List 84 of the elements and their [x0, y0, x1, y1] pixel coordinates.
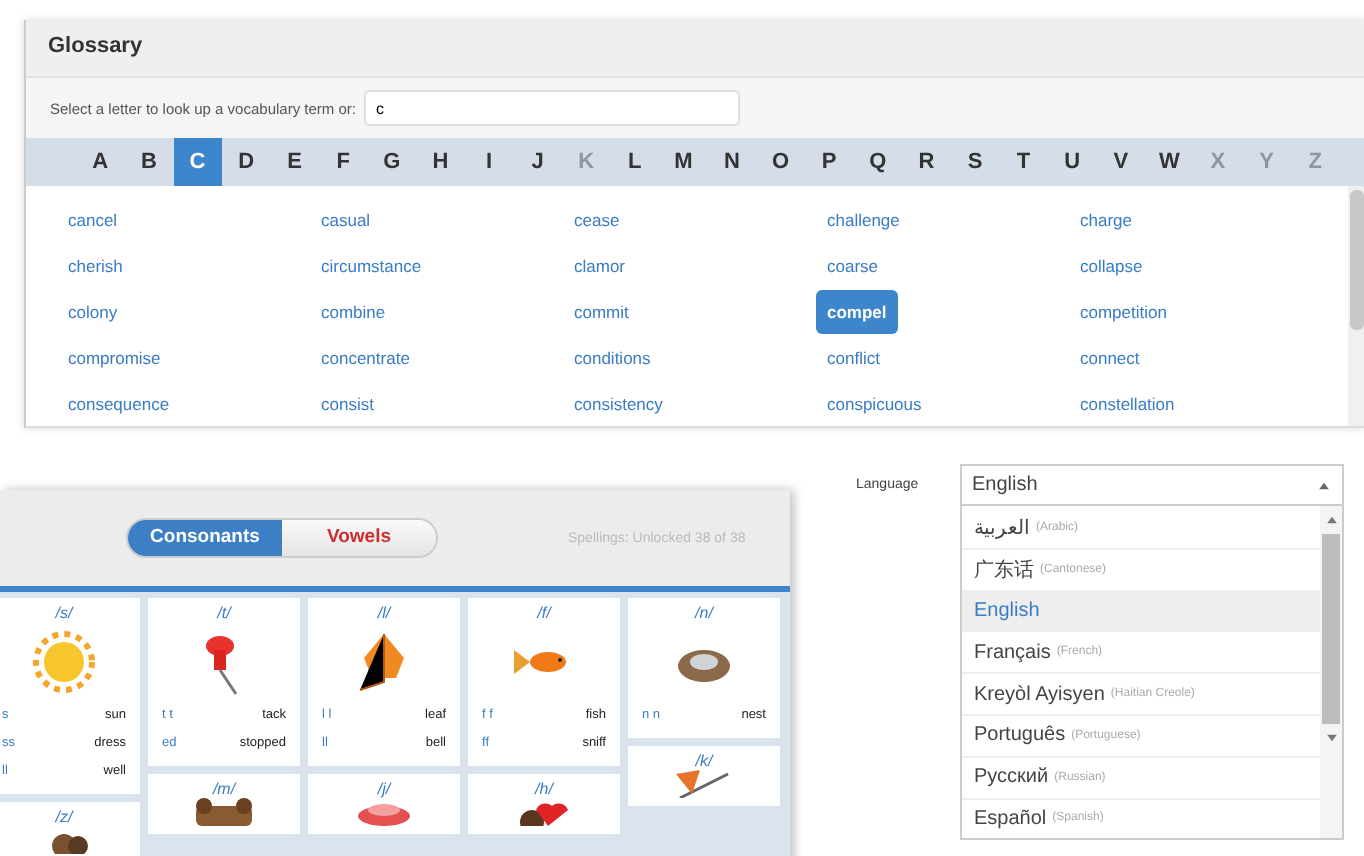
term-link[interactable]: collapse [1074, 245, 1149, 285]
selected-value: English [972, 474, 1038, 496]
term-link[interactable]: commit [568, 291, 635, 331]
sound-label: /z/ [55, 808, 73, 826]
term-link[interactable]: conflict [821, 337, 886, 377]
letter-tab[interactable]: W [1145, 138, 1194, 186]
letter-tab[interactable]: D [221, 138, 271, 186]
letter-tab[interactable]: R [902, 138, 951, 186]
letter-tab[interactable]: F [318, 138, 368, 186]
sound-card[interactable]: /j/ [308, 774, 460, 834]
term-link[interactable]: consistency [568, 383, 669, 423]
tab[interactable]: Consonants [128, 520, 282, 556]
panel-title: Glossary [26, 20, 1364, 78]
tab[interactable]: Vowels [282, 520, 436, 556]
sound-label: /m/ [212, 780, 236, 798]
sound-label: /s/ [55, 604, 73, 622]
letter-tab[interactable]: E [270, 138, 319, 186]
letter-tab[interactable]: G [367, 138, 417, 186]
letter-tab[interactable]: L [610, 138, 660, 186]
term-link[interactable]: coarse [821, 245, 885, 285]
term-link[interactable]: cancel [62, 199, 124, 239]
term-link[interactable]: conditions [568, 337, 657, 377]
language-name: 广东话 [974, 557, 1034, 584]
sound-card[interactable]: /m/ [148, 774, 300, 834]
letter-tab[interactable]: I [464, 138, 514, 186]
language-name: Русский [974, 766, 1049, 789]
sound-label: /l/ [377, 604, 391, 622]
term-link[interactable]: compromise [62, 337, 167, 377]
letter-tab[interactable]: P [804, 138, 854, 186]
term-link[interactable]: colony [62, 291, 124, 331]
letter-tab[interactable]: H [416, 138, 465, 186]
letter-tab[interactable]: B [124, 138, 174, 186]
term-link[interactable]: compel [815, 289, 899, 333]
letter-tab[interactable]: S [950, 138, 1000, 186]
scroll-thumb[interactable] [1322, 534, 1340, 724]
search-field[interactable]: c [364, 90, 740, 126]
scroll-thumb[interactable] [1350, 190, 1364, 330]
caret-icon [1316, 477, 1332, 493]
term-link[interactable]: connect [1074, 337, 1146, 377]
term-link[interactable]: cherish [62, 245, 129, 285]
letter-tab[interactable]: N [707, 138, 757, 186]
term-link[interactable]: conspicuous [821, 383, 928, 423]
term-link[interactable]: casual [315, 199, 377, 239]
sound-label: /n/ [695, 604, 713, 622]
term-link[interactable]: challenge [821, 199, 906, 239]
language-name: Kreyòl Ayisyen [974, 683, 1105, 706]
letter-tab[interactable]: M [659, 138, 708, 186]
letter-tab[interactable]: U [1047, 138, 1097, 186]
sound-card[interactable]: /k/ [628, 746, 780, 806]
term-link[interactable]: combine [315, 291, 392, 331]
scroll-up-icon [1323, 512, 1339, 528]
language-name: English [974, 599, 1040, 622]
letter-tab[interactable]: C [173, 138, 222, 186]
term-link[interactable]: clamor [568, 245, 632, 285]
letter-tab[interactable]: T [999, 138, 1048, 186]
letter-tab[interactable]: O [756, 138, 805, 186]
language-name: Français [974, 641, 1051, 664]
scroll-down-icon [1323, 730, 1339, 746]
sound-card[interactable]: /z/ [0, 802, 140, 856]
letter-tab[interactable]: Q [853, 138, 903, 186]
sound-label: /h/ [535, 780, 553, 798]
language-name: Português [974, 724, 1066, 747]
letter-tab[interactable]: J [513, 138, 562, 186]
sound-label: /k/ [695, 752, 713, 770]
sound-label: /t/ [217, 604, 231, 622]
language-select[interactable]: English [960, 464, 1344, 506]
term-link[interactable]: concentrate [315, 337, 416, 377]
term-link[interactable]: competition [1074, 291, 1173, 331]
scrollbar[interactable] [1320, 506, 1342, 838]
language-name: Español [974, 807, 1047, 830]
letter-tab[interactable]: V [1096, 138, 1146, 186]
term-link[interactable]: circumstance [315, 245, 428, 285]
letter-tab[interactable]: A [76, 138, 125, 186]
language-option[interactable]: English [962, 591, 1320, 633]
term-link[interactable]: consist [315, 383, 380, 423]
sound-label: /j/ [377, 780, 391, 798]
term-link[interactable]: charge [1074, 199, 1138, 239]
sound-card[interactable]: /h/ [468, 774, 620, 834]
scrollbar[interactable] [1348, 186, 1364, 426]
term-link[interactable]: constellation [1074, 383, 1181, 423]
language-name: العربية [974, 515, 1030, 540]
sound-label: /f/ [537, 604, 551, 622]
term-link[interactable]: consequence [62, 383, 176, 423]
term-link[interactable]: cease [568, 199, 626, 239]
